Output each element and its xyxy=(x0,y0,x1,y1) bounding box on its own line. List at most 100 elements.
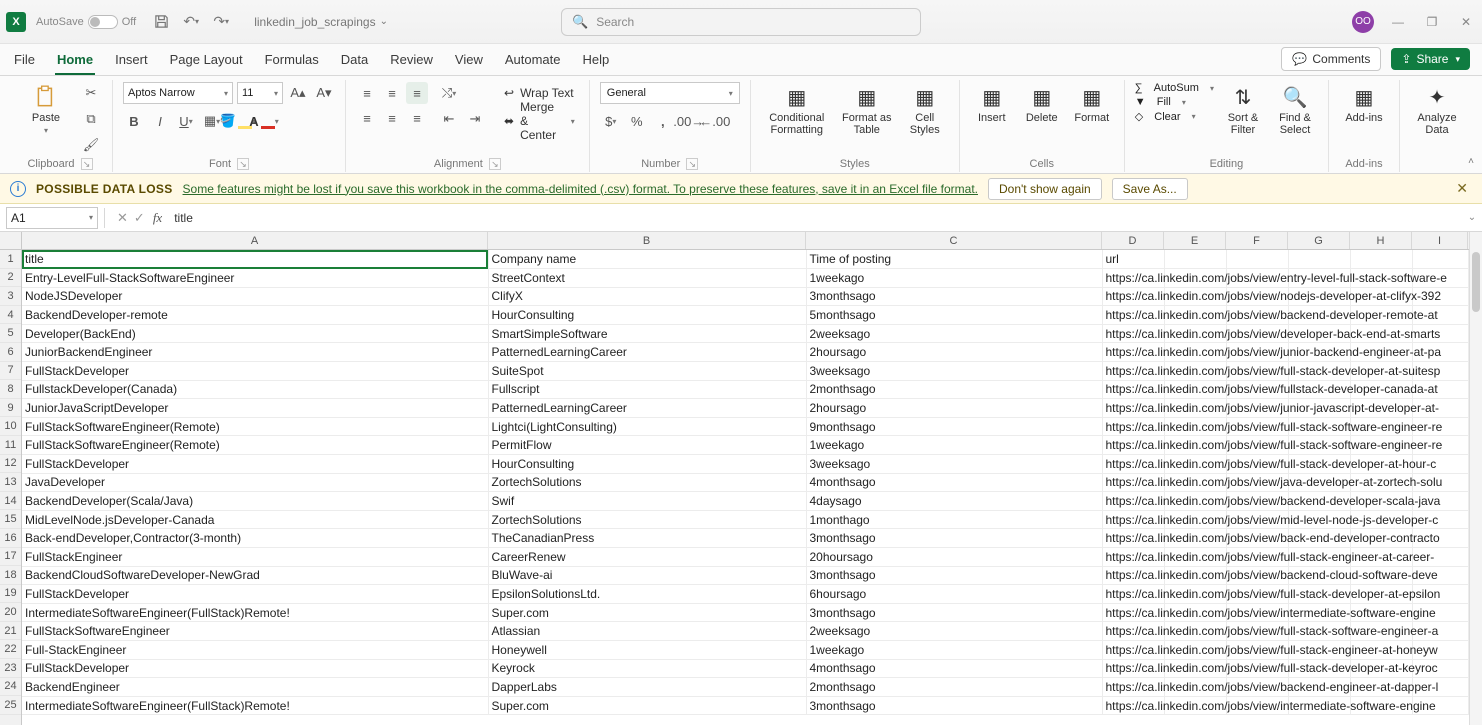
column-header-C[interactable]: C xyxy=(806,232,1102,249)
cell[interactable]: FullStackEngineer xyxy=(22,548,488,567)
sort-filter-button[interactable]: ⇅Sort & Filter xyxy=(1220,82,1266,136)
cell[interactable]: 3monthsago xyxy=(806,603,1102,622)
cell[interactable]: https://ca.linkedin.com/jobs/view/full-s… xyxy=(1102,548,1164,567)
cell[interactable]: https://ca.linkedin.com/jobs/view/full-s… xyxy=(1102,436,1164,455)
addins-button[interactable]: ▦Add-ins xyxy=(1339,82,1389,124)
tab-review[interactable]: Review xyxy=(388,46,435,75)
cell[interactable]: ClifyX xyxy=(488,287,806,306)
cell[interactable]: Full-StackEngineer xyxy=(22,640,488,659)
orientation-icon[interactable]: ⤭▾ xyxy=(438,82,460,104)
cell[interactable]: JuniorBackendEngineer xyxy=(22,343,488,362)
cell[interactable]: BluWave-ai xyxy=(488,566,806,585)
row-header[interactable]: 6 xyxy=(0,343,21,362)
find-select-button[interactable]: 🔍Find & Select xyxy=(1272,82,1318,136)
cell[interactable] xyxy=(1288,250,1350,269)
number-format-select[interactable]: General▾ xyxy=(600,82,740,104)
table-row[interactable]: IntermediateSoftwareEngineer(FullStack)R… xyxy=(22,603,1468,622)
cell[interactable] xyxy=(1350,250,1412,269)
cell[interactable]: 3monthsago xyxy=(806,529,1102,548)
cell[interactable]: 4monthsago xyxy=(806,473,1102,492)
tab-formulas[interactable]: Formulas xyxy=(263,46,321,75)
minimize-icon[interactable]: ― xyxy=(1388,12,1408,32)
cell[interactable]: BackendEngineer xyxy=(22,678,488,697)
cell-styles-button[interactable]: ▦Cell Styles xyxy=(901,82,949,136)
cell[interactable]: Swif xyxy=(488,492,806,511)
align-top-icon[interactable]: ≡ xyxy=(356,82,378,104)
cell[interactable]: StreetContext xyxy=(488,269,806,288)
row-header[interactable]: 1 xyxy=(0,250,21,269)
cell[interactable] xyxy=(1164,250,1226,269)
cell[interactable]: CareerRenew xyxy=(488,548,806,567)
tab-data[interactable]: Data xyxy=(339,46,370,75)
underline-button[interactable]: U▾ xyxy=(175,110,197,132)
dont-show-again-button[interactable]: Don't show again xyxy=(988,178,1102,200)
toggle-icon[interactable] xyxy=(88,15,118,29)
tab-automate[interactable]: Automate xyxy=(503,46,563,75)
column-header-F[interactable]: F xyxy=(1226,232,1288,249)
cell[interactable]: PatternedLearningCareer xyxy=(488,343,806,362)
spreadsheet-grid[interactable]: ABCDEFGHI 123456789101112131415161718192… xyxy=(0,232,1482,725)
comma-format-icon[interactable]: , xyxy=(652,110,674,132)
cell[interactable]: 3monthsago xyxy=(806,696,1102,715)
delete-cells-button[interactable]: ▦Delete xyxy=(1020,82,1064,124)
cell[interactable]: FullStackSoftwareEngineer xyxy=(22,622,488,641)
table-row[interactable]: FullStackDeveloperKeyrock4monthsagohttps… xyxy=(22,659,1468,678)
cell[interactable]: https://ca.linkedin.com/jobs/view/interm… xyxy=(1102,696,1164,715)
cell[interactable]: https://ca.linkedin.com/jobs/view/backen… xyxy=(1102,492,1164,511)
column-header-I[interactable]: I xyxy=(1412,232,1468,249)
undo-icon[interactable]: ↶▾ xyxy=(180,11,202,33)
row-header[interactable]: 8 xyxy=(0,380,21,399)
cell[interactable]: https://ca.linkedin.com/jobs/view/interm… xyxy=(1102,603,1164,622)
table-row[interactable]: NodeJSDeveloperClifyX3monthsagohttps://c… xyxy=(22,287,1468,306)
table-row[interactable]: FullStackSoftwareEngineerAtlassian2weeks… xyxy=(22,622,1468,641)
select-all-corner[interactable] xyxy=(0,232,22,250)
increase-decimal-icon[interactable]: .00→ xyxy=(678,110,700,132)
increase-indent-icon[interactable]: ⇥ xyxy=(464,108,486,130)
cell[interactable]: 3weeksago xyxy=(806,362,1102,381)
row-header[interactable]: 18 xyxy=(0,566,21,585)
decrease-indent-icon[interactable]: ⇤ xyxy=(438,108,460,130)
cell[interactable]: Honeywell xyxy=(488,640,806,659)
row-header[interactable]: 11 xyxy=(0,436,21,455)
cell[interactable]: ZortechSolutions xyxy=(488,473,806,492)
tab-insert[interactable]: Insert xyxy=(113,46,150,75)
decrease-decimal-icon[interactable]: ←.00 xyxy=(704,110,726,132)
table-row[interactable]: Full-StackEngineerHoneywell1weekagohttps… xyxy=(22,640,1468,659)
clear-button[interactable]: ◇ Clear ▾ xyxy=(1135,110,1214,123)
table-row[interactable]: FullStackDeveloperSuiteSpot3weeksagohttp… xyxy=(22,362,1468,381)
row-header[interactable]: 15 xyxy=(0,510,21,529)
copy-icon[interactable]: ⧉ xyxy=(80,108,102,130)
cell[interactable]: 4monthsago xyxy=(806,659,1102,678)
tab-help[interactable]: Help xyxy=(581,46,612,75)
table-row[interactable]: FullStackDeveloperEpsilonSolutionsLtd.6h… xyxy=(22,585,1468,604)
cell[interactable]: https://ca.linkedin.com/jobs/view/full-s… xyxy=(1102,585,1164,604)
paste-button[interactable]: Paste ▾ xyxy=(18,82,74,135)
cell[interactable]: PatternedLearningCareer xyxy=(488,399,806,418)
cell[interactable]: FullStackDeveloper xyxy=(22,659,488,678)
table-row[interactable]: BackendCloudSoftwareDeveloper-NewGradBlu… xyxy=(22,566,1468,585)
cut-icon[interactable]: ✂ xyxy=(80,82,102,104)
column-header-A[interactable]: A xyxy=(22,232,488,249)
cell[interactable]: SmartSimpleSoftware xyxy=(488,324,806,343)
collapse-ribbon-icon[interactable]: ˄ xyxy=(1468,156,1474,167)
cell[interactable]: BackendCloudSoftwareDeveloper-NewGrad xyxy=(22,566,488,585)
cell[interactable]: JuniorJavaScriptDeveloper xyxy=(22,399,488,418)
font-size-select[interactable]: 11▾ xyxy=(237,82,283,104)
cell[interactable]: https://ca.linkedin.com/jobs/view/nodejs… xyxy=(1102,287,1164,306)
cell[interactable]: https://ca.linkedin.com/jobs/view/full-s… xyxy=(1102,659,1164,678)
table-row[interactable]: JuniorJavaScriptDeveloperPatternedLearni… xyxy=(22,399,1468,418)
table-row[interactable]: FullStackEngineerCareerRenew20hoursagoht… xyxy=(22,548,1468,567)
cell[interactable]: https://ca.linkedin.com/jobs/view/develo… xyxy=(1102,324,1164,343)
cell[interactable]: https://ca.linkedin.com/jobs/view/full-s… xyxy=(1102,362,1164,381)
increase-font-icon[interactable]: A▴ xyxy=(287,82,309,104)
table-row[interactable]: FullStackSoftwareEngineer(Remote)Lightci… xyxy=(22,417,1468,436)
cell[interactable]: Developer(BackEnd) xyxy=(22,324,488,343)
cell[interactable]: 1monthago xyxy=(806,510,1102,529)
cell[interactable]: FullStackDeveloper xyxy=(22,362,488,381)
cell[interactable]: url xyxy=(1102,250,1164,269)
column-header-H[interactable]: H xyxy=(1350,232,1412,249)
cell[interactable]: https://ca.linkedin.com/jobs/view/junior… xyxy=(1102,399,1164,418)
cell[interactable]: https://ca.linkedin.com/jobs/view/full-s… xyxy=(1102,455,1164,474)
row-header[interactable]: 14 xyxy=(0,492,21,511)
cell[interactable]: 2weeksago xyxy=(806,324,1102,343)
